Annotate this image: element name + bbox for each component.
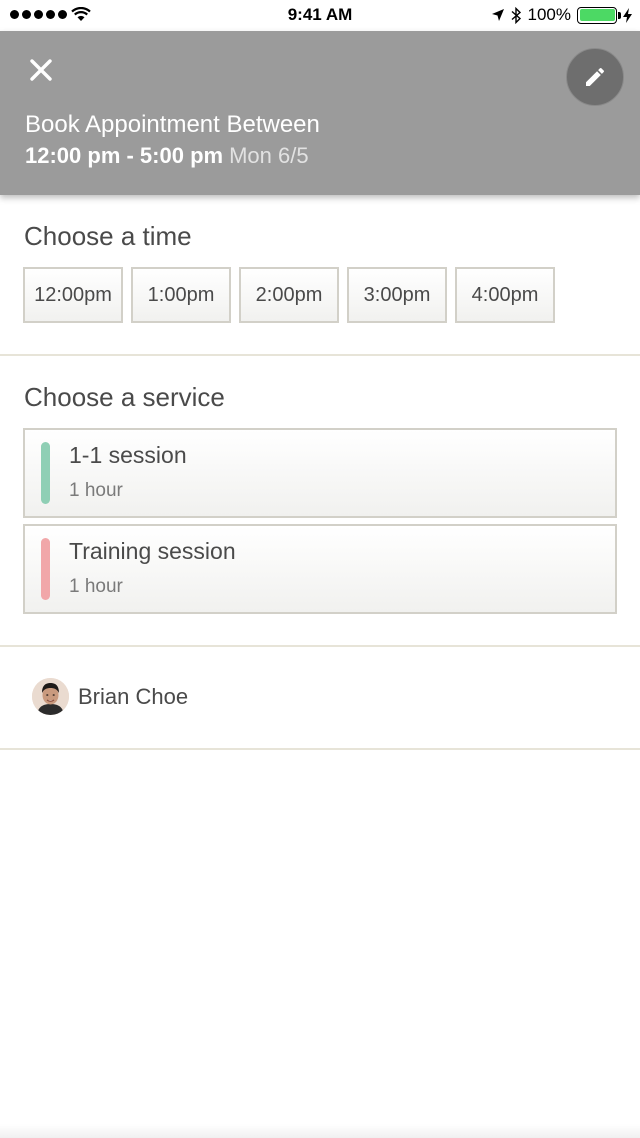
status-right-group: 100% <box>491 5 632 25</box>
time-slot-button[interactable]: 4:00pm <box>455 267 555 323</box>
service-color-bar <box>41 442 50 504</box>
service-name: Training session <box>69 538 236 564</box>
service-duration: 1 hour <box>69 576 123 597</box>
bottom-edge-shadow <box>0 1124 640 1138</box>
time-slot-button[interactable]: 2:00pm <box>239 267 339 323</box>
section-divider <box>0 354 640 356</box>
pencil-icon <box>586 67 605 86</box>
service-duration: 1 hour <box>69 480 123 501</box>
location-arrow-icon <box>491 9 504 21</box>
avatar <box>32 678 69 715</box>
battery-icon <box>577 6 621 24</box>
booking-header: Book Appointment Between 12:00 pm - 5:00… <box>0 31 640 195</box>
service-option-1-1-session[interactable]: 1-1 session 1 hour <box>23 428 617 518</box>
header-title: Book Appointment Between <box>25 111 320 138</box>
status-bar: 9:41 AM 100% <box>0 0 640 31</box>
time-slot-button[interactable]: 12:00pm <box>23 267 123 323</box>
close-icon <box>30 59 52 81</box>
service-option-training-session[interactable]: Training session 1 hour <box>23 524 617 614</box>
close-button[interactable] <box>24 53 58 87</box>
edit-button[interactable] <box>566 48 624 106</box>
battery-percent: 100% <box>527 5 571 24</box>
header-subtitle: 12:00 pm - 5:00 pm Mon 6/5 <box>25 143 309 169</box>
staff-selector[interactable]: Brian Choe <box>32 678 188 715</box>
section-divider <box>0 748 640 750</box>
appointment-date: Mon 6/5 <box>229 143 309 168</box>
charging-bolt-icon <box>623 7 632 23</box>
service-name: 1-1 session <box>69 442 187 468</box>
section-divider <box>0 645 640 647</box>
choose-service-title: Choose a service <box>24 382 225 412</box>
staff-name: Brian Choe <box>78 683 189 709</box>
service-color-bar <box>41 538 50 600</box>
time-slot-button[interactable]: 3:00pm <box>347 267 447 323</box>
time-slot-list: 12:00pm 1:00pm 2:00pm 3:00pm 4:00pm <box>23 267 555 323</box>
time-slot-button[interactable]: 1:00pm <box>131 267 231 323</box>
battery-fill <box>579 9 615 21</box>
bluetooth-icon <box>511 6 521 24</box>
choose-time-title: Choose a time <box>24 221 192 251</box>
time-range: 12:00 pm - 5:00 pm <box>25 143 224 168</box>
